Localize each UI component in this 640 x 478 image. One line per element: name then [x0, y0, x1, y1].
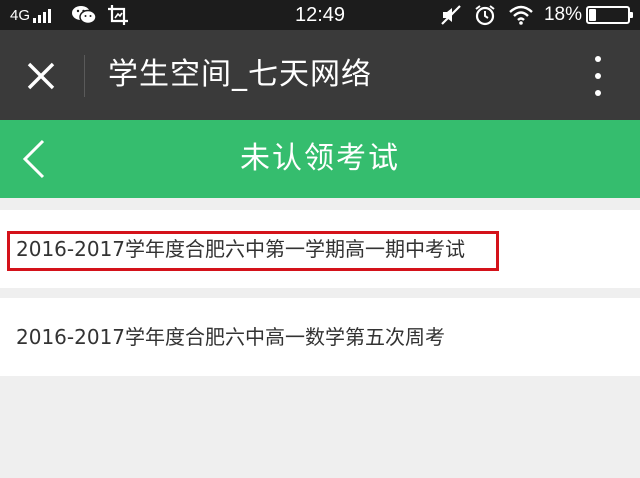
battery-percent: 18%: [543, 4, 582, 25]
more-icon: [595, 90, 601, 96]
page-header: 未认领考试: [0, 120, 640, 198]
close-icon: [27, 62, 55, 90]
more-icon: [595, 56, 601, 62]
status-bar: 4G 12:49 18%: [0, 0, 640, 30]
wifi-icon: [509, 5, 533, 25]
exam-item-name: 2016-2017学年度合肥六中高一数学第五次周考: [16, 325, 446, 349]
page-title: 未认领考试: [240, 141, 400, 176]
more-icon: [595, 73, 601, 79]
alarm-icon: [475, 5, 495, 26]
exam-list: 2016-2017学年度合肥六中第一学期高一期中考试 2016-2017学年度合…: [0, 210, 640, 386]
title-divider: [84, 55, 85, 97]
mute-icon: [441, 5, 461, 25]
more-button[interactable]: [578, 56, 618, 96]
battery-fill: [589, 9, 597, 21]
battery-icon: [586, 6, 633, 24]
back-button[interactable]: [14, 138, 54, 180]
exam-item[interactable]: 2016-2017学年度合肥六中高一数学第五次周考: [0, 298, 640, 376]
close-button[interactable]: [20, 55, 62, 97]
exam-item[interactable]: 2016-2017学年度合肥六中第一学期高一期中考试: [0, 210, 640, 288]
status-right: 18%: [428, 0, 633, 30]
webview-title: 学生空间_七天网络: [108, 57, 372, 92]
webview-title-bar: 学生空间_七天网络: [0, 30, 640, 120]
highlight-box: [7, 231, 499, 271]
back-arrow-icon: [22, 139, 45, 179]
